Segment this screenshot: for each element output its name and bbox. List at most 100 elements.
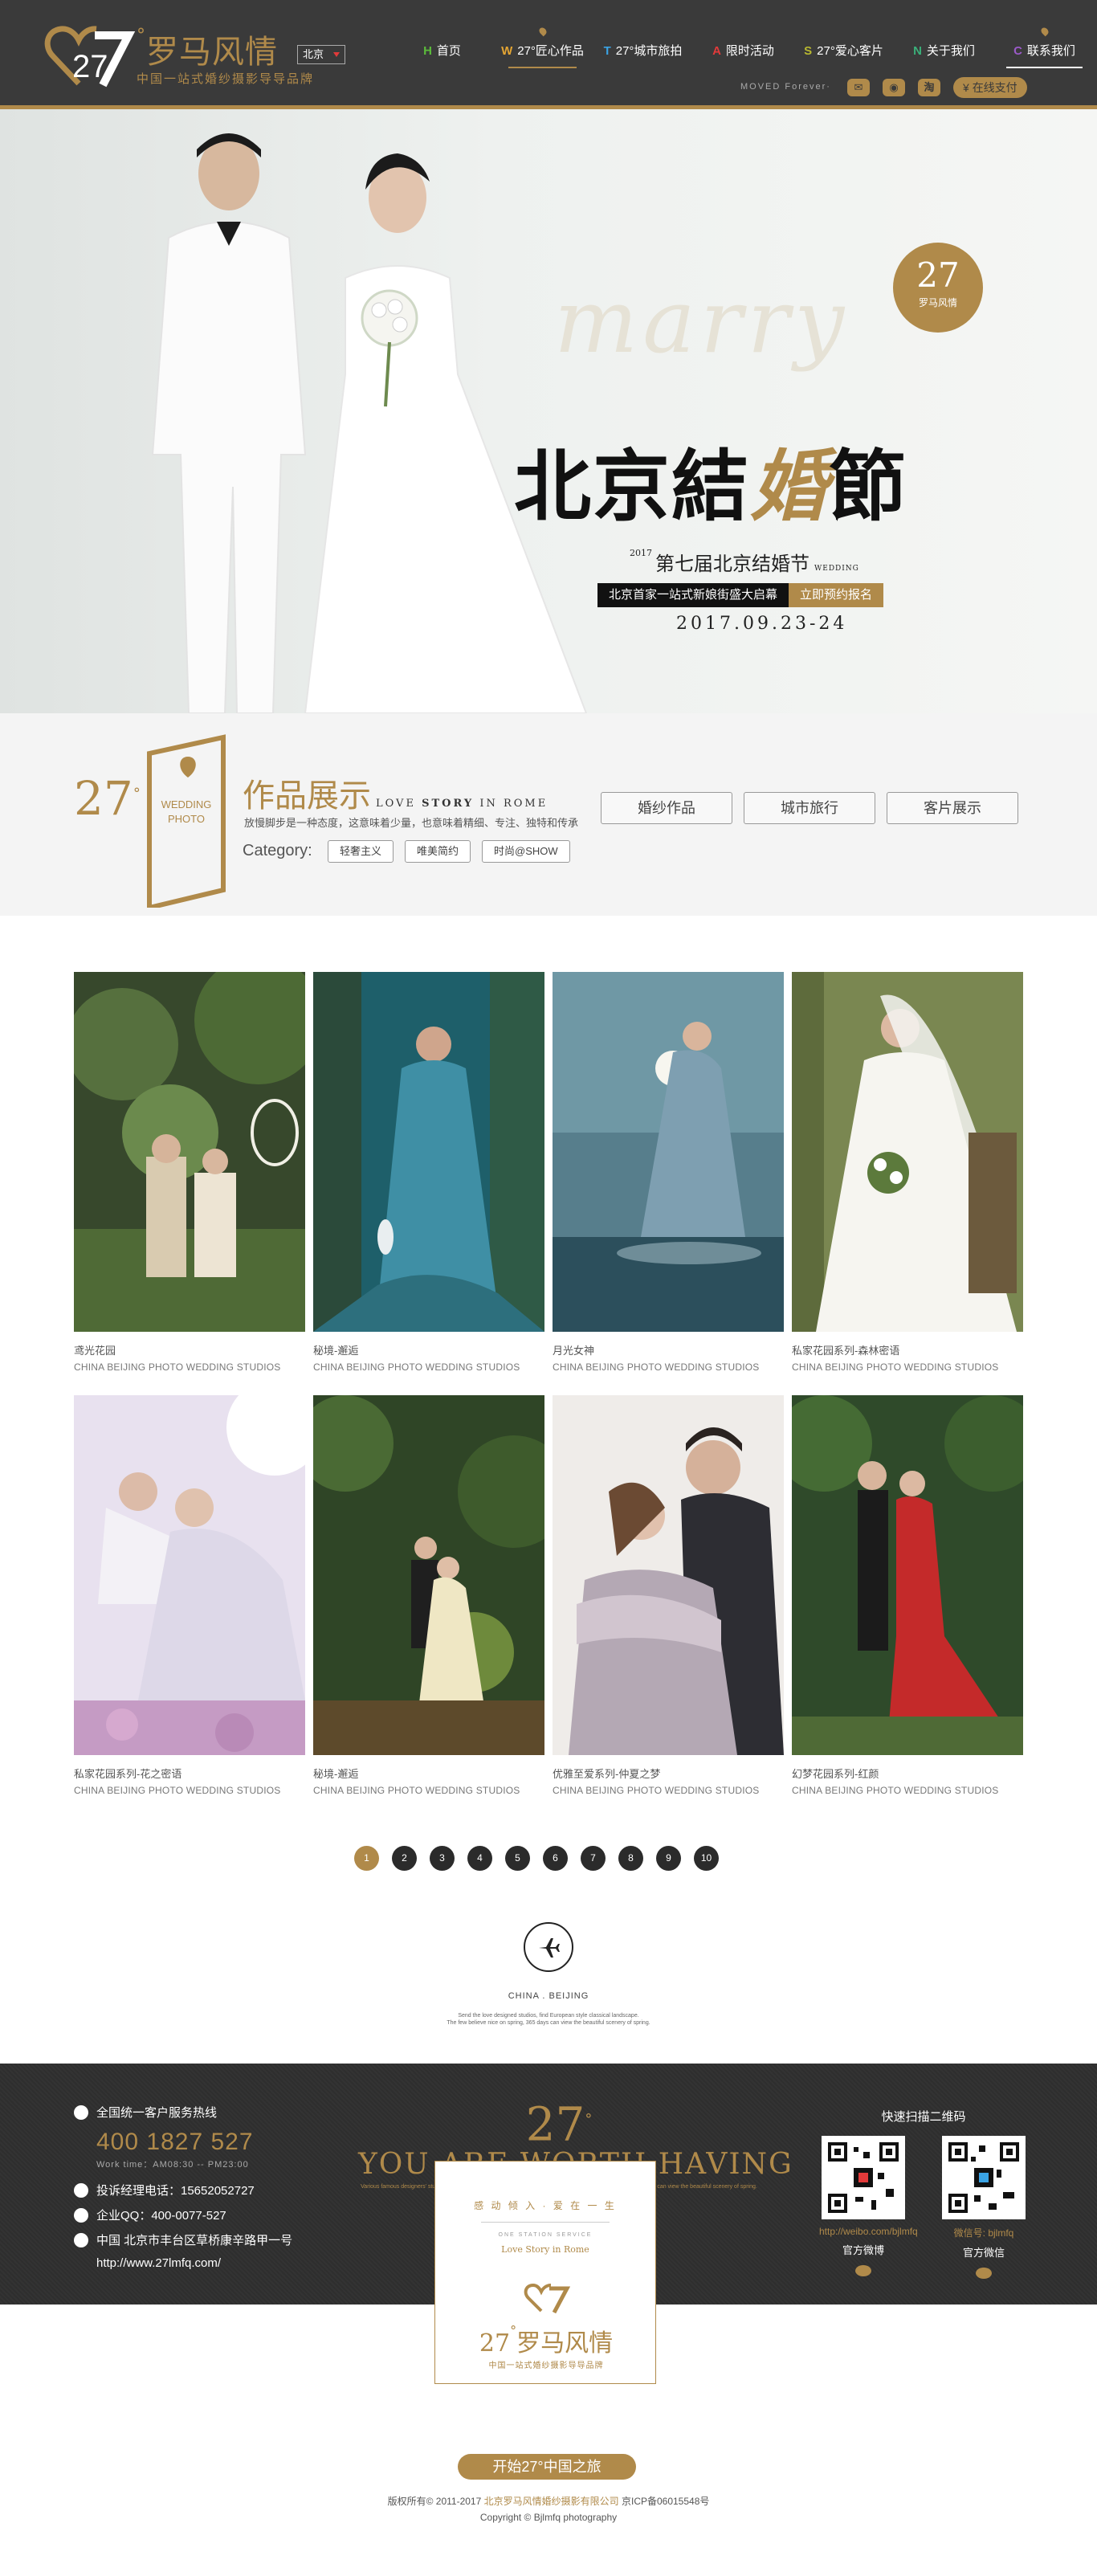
weibo-url[interactable]: http://weibo.com/bjlmfq [819,2226,918,2237]
photo-subcaption: CHINA BEIJING PHOTO WEDDING STUDIOS [792,1785,999,1796]
banner-title-highlight: 婚 [750,441,829,532]
photo-garden [66,956,323,1332]
nav-label: 关于我们 [926,44,975,58]
chevron-down-icon [333,52,340,57]
photo-card[interactable]: 私家花园系列-森林密语 CHINA BEIJING PHOTO WEDDING … [792,972,1023,1373]
photo-caption: 鸢光花园 [74,1345,116,1357]
page-button[interactable]: 3 [430,1846,455,1871]
pagination: 1 2 3 4 5 6 7 8 9 10 [0,1846,1097,1871]
works-logo-digits: 27 [74,771,133,826]
page-button[interactable]: 4 [467,1846,492,1871]
photo-caption: 私家花园系列-花之密语 [74,1768,182,1780]
weibo-qr[interactable]: http://weibo.com/bjlmfq 官方微博 [819,2136,918,2279]
page-button[interactable]: 9 [656,1846,681,1871]
photo-card[interactable]: 优雅至爱系列-仲夏之梦 CHINA BEIJING PHOTO WEDDING … [553,1395,784,1796]
banner-signup-button[interactable]: 立即预约报名 [789,583,884,607]
hotline-number[interactable]: 400 1827 527 [96,2129,292,2156]
nav-client-photos[interactable]: S 27°爱心客片 [793,42,894,59]
weibo-icon[interactable] [855,2265,871,2276]
page-button[interactable]: 1 [354,1846,379,1871]
works-heading-text: 作品展示 [243,778,371,814]
weixin-icon[interactable]: ✉ [847,79,870,96]
page-button[interactable]: 6 [543,1846,568,1871]
travel-section: CHINA . BEIJING Send the love designed s… [0,1871,1097,2064]
address-text: 中国 北京市丰台区草桥康辛路甲一号 [96,2234,293,2247]
qq-icon [74,2207,88,2223]
heart-logo-icon: 27 [44,26,136,88]
tab-city-travel[interactable]: 城市旅行 [744,792,875,824]
banner-year: 2017 [630,548,652,558]
heart-logo-icon [524,2283,571,2314]
qr-title: 快速扫描二维码 [881,2110,966,2124]
tagline: MOVED Forever· [740,82,831,92]
card-line2: ONE STATION SERVICE [498,2232,593,2238]
photo-grid: 鸢光花园 CHINA BEIJING PHOTO WEDDING STUDIOS… [66,956,1041,1796]
nav-label: 27°爱心客片 [817,44,883,58]
photo-moon-goddess [553,972,784,1332]
works-heading-en: LOVE STORY IN ROME [376,798,548,810]
card-line1: 感 动 倾 入 · 爱 在 一 生 [474,2200,617,2211]
photo-card[interactable]: 私家花园系列-花之密语 CHINA BEIJING PHOTO WEDDING … [74,1379,323,1796]
nav-works[interactable]: W 27°匠心作品 [492,26,593,68]
company-link[interactable]: 北京罗马风情婚纱摄影有限公司 [484,2496,619,2507]
photo-card[interactable]: 幻梦花园系列-红颜 CHINA BEIJING PHOTO WEDDING ST… [776,1395,1041,1796]
works-description: 放慢脚步是一种态度，这意味着少量，也意味着精细、专注、独特和传承 [244,817,579,829]
page-button[interactable]: 8 [618,1846,643,1871]
category-tag[interactable]: 轻奢主义 [328,840,394,863]
page-button[interactable]: 10 [694,1846,719,1871]
page-button[interactable]: 7 [581,1846,606,1871]
nav-label: 27°城市旅拍 [615,44,683,58]
online-pay-label: 在线支付 [972,81,1017,94]
pin-icon [1039,26,1050,37]
nav-travel[interactable]: T 27°城市旅拍 [593,42,693,59]
badge-number: 27 [916,255,960,295]
nav-about[interactable]: N 关于我们 [894,42,994,59]
photo-card[interactable]: 秘境-邂逅 CHINA BEIJING PHOTO WEDDING STUDIO… [297,1395,570,1796]
nav-letter: A [712,44,721,58]
main-nav: H 首页 W 27°匠心作品 T 27°城市旅拍 A 限时活动 S 27°爱心客片 N 关于… [392,26,1095,68]
photo-card[interactable]: 秘境-邂逅 CHINA BEIJING PHOTO WEDDING STUDIO… [313,972,544,1373]
photo-card[interactable]: 鸢光花园 CHINA BEIJING PHOTO WEDDING STUDIOS [66,956,323,1373]
svg-text:PHOTO: PHOTO [168,813,205,825]
category-tag[interactable]: 时尚@SHOW [482,840,570,863]
page-button[interactable]: 2 [392,1846,417,1871]
wechat-icon[interactable] [976,2268,992,2279]
card-slogan: 中国一站式婚纱摄影导导品牌 [488,2362,604,2370]
airplane-icon[interactable] [524,1922,573,1972]
nav-letter: S [804,44,813,58]
brand-slogan: 中国一站式婚纱摄影导导品牌 [137,72,315,86]
banner-subtitle: 2017 第七届北京结婚节 WEDDING [630,548,859,576]
website-link[interactable]: http://www.27lmfq.com/ [96,2256,221,2270]
category-tag[interactable]: 唯美简约 [405,840,471,863]
nav-activity[interactable]: A 限时活动 [693,42,793,59]
wechat-label: 官方微信 [962,2247,1005,2259]
photo-beauty-red [776,1395,1041,1755]
online-pay-button[interactable]: ¥ 在线支付 [953,77,1027,98]
city-selector[interactable]: 北京 [297,45,345,64]
svg-text:WEDDING: WEDDING [161,798,212,810]
footer-27: 27° [525,2096,593,2152]
weibo-icon[interactable]: ◉ [883,79,905,96]
tab-client-photos[interactable]: 客片展示 [887,792,1018,824]
nav-contact[interactable]: C 联系我们 [994,26,1095,68]
taobao-icon[interactable]: 淘 [918,79,940,96]
photo-forest-blue [313,972,544,1332]
banner-badge: 27 罗马风情 [893,243,983,333]
nav-letter: H [423,44,432,58]
nav-letter: T [603,44,611,58]
card-divider [481,2222,610,2223]
nav-letter: W [501,44,513,58]
wechat-qr[interactable]: 微信号: bjlmfq 官方微信 [940,2136,1028,2279]
nav-home[interactable]: H 首页 [392,42,492,59]
photo-caption: 优雅至爱系列-仲夏之梦 [553,1768,661,1780]
address-row: 中国 北京市丰台区草桥康辛路甲一号 [74,2231,292,2248]
start-journey-button[interactable]: 开始27°中国之旅 [458,2454,636,2480]
page-button[interactable]: 5 [505,1846,530,1871]
nav-label: 联系我们 [1026,44,1075,58]
contact-info: 全国统一客户服务热线 400 1827 527 Work time：AM08:3… [74,2104,292,2278]
tab-wedding-works[interactable]: 婚纱作品 [601,792,732,824]
brand-card: 感 动 倾 入 · 爱 在 一 生 ONE STATION SERVICE Lo… [434,2161,656,2384]
hero-banner[interactable]: marry 27 罗马风情 北京結婚節 2017 第七届北京结婚节 WEDDING … [0,109,1097,713]
photo-subcaption: CHINA BEIJING PHOTO WEDDING STUDIOS [74,1361,281,1373]
photo-card[interactable]: 月光女神 CHINA BEIJING PHOTO WEDDING STUDIOS [553,972,784,1373]
